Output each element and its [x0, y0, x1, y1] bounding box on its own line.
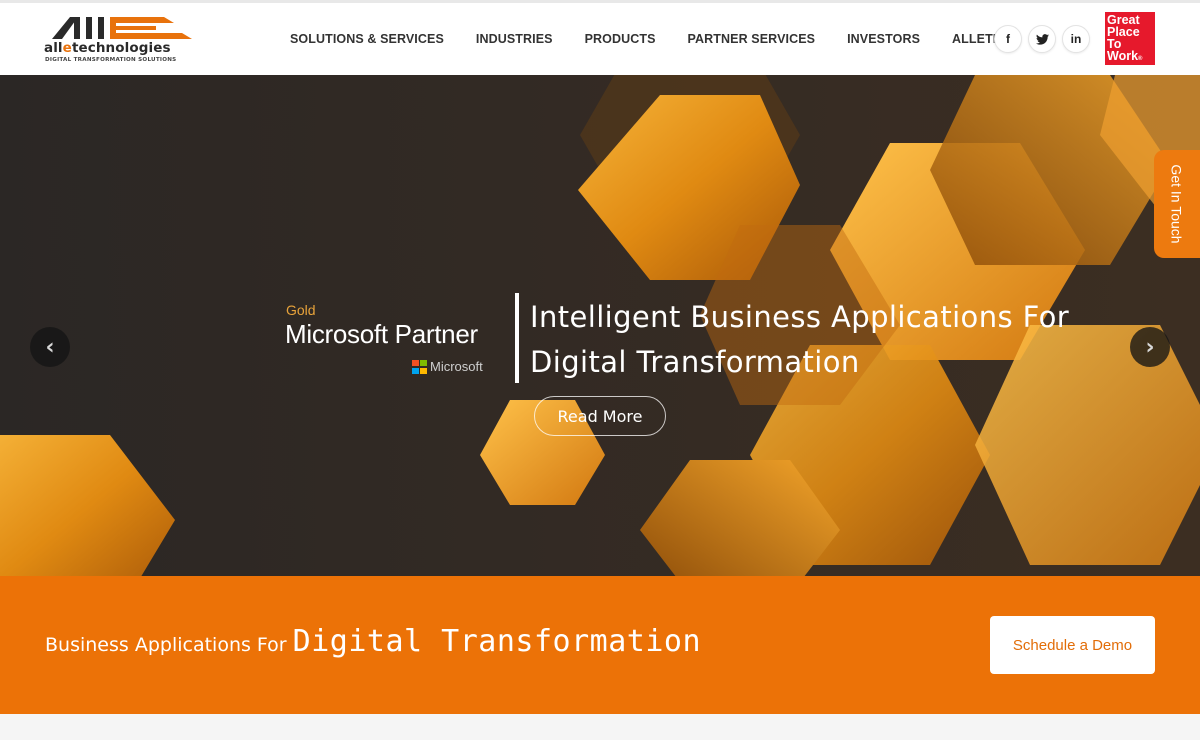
microsoft-windows-icon: [412, 359, 427, 374]
cta-band-text: Business Applications For Digital Transf…: [45, 624, 701, 659]
nav-industries[interactable]: INDUSTRIES: [476, 32, 553, 46]
gptw-line-4: Work®: [1107, 49, 1143, 63]
microsoft-logo: Microsoft: [412, 359, 483, 374]
microsoft-wordmark: Microsoft: [430, 359, 483, 374]
partner-title: Microsoft Partner: [285, 319, 478, 349]
cta-band: Business Applications For Digital Transf…: [0, 576, 1200, 714]
hero-carousel: ‹ › Gold Microsoft Partner Microsoft Int…: [0, 75, 1200, 576]
company-logo[interactable]: alletechnologies DIGITAL TRANSFORMATION …: [44, 13, 196, 65]
nav-products[interactable]: PRODUCTS: [585, 32, 656, 46]
nav-solutions-services[interactable]: SOLUTIONS & SERVICES: [290, 32, 444, 46]
twitter-icon[interactable]: [1028, 25, 1056, 53]
get-in-touch-tab[interactable]: Get In Touch: [1154, 150, 1200, 258]
logo-wordmark: alletechnologies: [44, 40, 171, 56]
read-more-button[interactable]: Read More: [534, 396, 666, 436]
hero-headline: Intelligent Business Applications For Di…: [530, 300, 1070, 379]
nav-investors[interactable]: INVESTORS: [847, 32, 920, 46]
linkedin-icon[interactable]: in: [1062, 25, 1090, 53]
carousel-next-button[interactable]: ›: [1130, 327, 1170, 367]
main-nav: SOLUTIONS & SERVICES INDUSTRIES PRODUCTS…: [290, 3, 1042, 75]
logo-mark-icon: [52, 17, 192, 39]
cta-text-small: Business Applications For: [45, 634, 293, 656]
facebook-icon[interactable]: f: [994, 25, 1022, 53]
great-place-to-work-badge[interactable]: Great Place To Work®: [1105, 12, 1155, 65]
partner-level: Gold: [286, 302, 316, 318]
cta-text-large: Digital Transformation: [292, 624, 702, 659]
site-header: alletechnologies DIGITAL TRANSFORMATION …: [0, 3, 1200, 75]
logo-tagline: DIGITAL TRANSFORMATION SOLUTIONS: [45, 57, 177, 63]
schedule-demo-button[interactable]: Schedule a Demo: [990, 616, 1155, 674]
headline-divider: [515, 293, 519, 383]
nav-partner-services[interactable]: PARTNER SERVICES: [688, 32, 816, 46]
get-in-touch-label: Get In Touch: [1169, 164, 1186, 244]
next-section-strip: [0, 714, 1200, 740]
carousel-prev-button[interactable]: ‹: [30, 327, 70, 367]
social-links: f in: [994, 25, 1096, 53]
